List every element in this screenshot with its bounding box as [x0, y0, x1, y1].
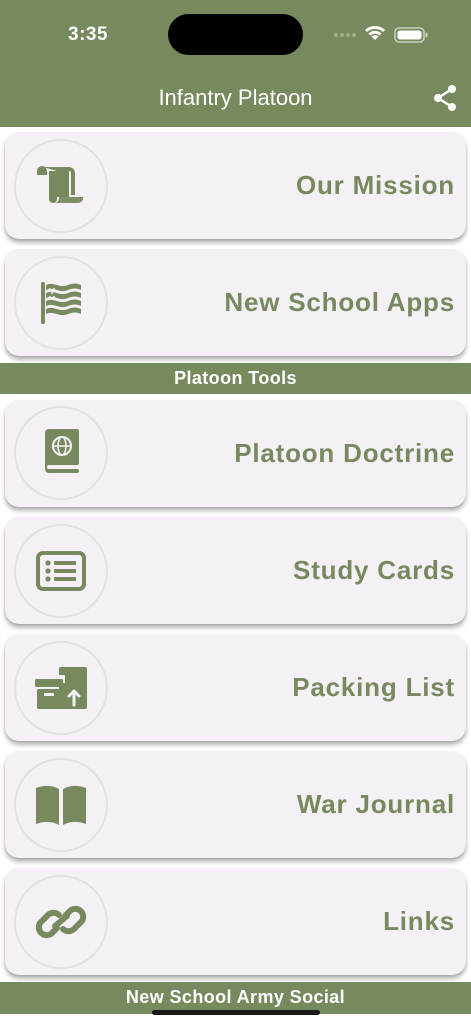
icon-circle: [14, 758, 108, 852]
signal-icon: [334, 33, 356, 37]
open-book-icon: [36, 785, 86, 825]
menu-item-label: Platoon Doctrine: [234, 438, 455, 468]
menu-item-label: New School Apps: [224, 287, 455, 317]
battery-icon: [394, 27, 428, 43]
icon-circle: [14, 524, 108, 618]
menu-item-label: Links: [383, 906, 455, 936]
list-card-icon: [36, 551, 86, 591]
icon-circle: [14, 641, 108, 735]
menu-item-label: Study Cards: [293, 555, 455, 585]
icon-circle: [14, 139, 108, 233]
menu-item-label: War Journal: [296, 789, 455, 819]
icon-circle: [14, 256, 108, 350]
menu-item-our-mission[interactable]: Our Mission: [5, 132, 466, 239]
app-screen: 3:35 Infantry Platoon Our Mission New Sc…: [0, 0, 471, 1024]
page-title: Infantry Platoon: [158, 85, 313, 110]
navigation-header: 3:35 Infantry Platoon: [0, 0, 471, 127]
menu-item-war-journal[interactable]: War Journal: [5, 751, 466, 858]
icon-circle: [14, 406, 108, 500]
link-icon: [35, 905, 87, 939]
menu-item-links[interactable]: Links: [5, 868, 466, 975]
menu-item-packing-list[interactable]: Packing List: [5, 634, 466, 741]
section-header-platoon-tools: Platoon Tools: [0, 363, 471, 394]
status-time: 3:35: [68, 24, 109, 45]
home-indicator[interactable]: [152, 1010, 320, 1015]
menu-item-platoon-doctrine[interactable]: Platoon Doctrine: [5, 400, 466, 507]
icon-circle: [14, 875, 108, 969]
menu-item-new-school-apps[interactable]: New School Apps: [5, 249, 466, 356]
menu-item-label: Packing List: [292, 672, 455, 702]
flag-icon: [41, 282, 81, 324]
globe-book-icon: [45, 429, 79, 473]
scroll-icon: [37, 166, 84, 204]
share-button[interactable]: [431, 84, 459, 112]
boxes-upload-icon: [35, 667, 87, 709]
wifi-icon: [365, 26, 385, 40]
menu-item-label: Our Mission: [295, 170, 455, 200]
share-icon: [434, 85, 456, 111]
dynamic-island: [168, 14, 303, 55]
status-icons: [333, 24, 433, 44]
menu-item-study-cards[interactable]: Study Cards: [5, 517, 466, 624]
